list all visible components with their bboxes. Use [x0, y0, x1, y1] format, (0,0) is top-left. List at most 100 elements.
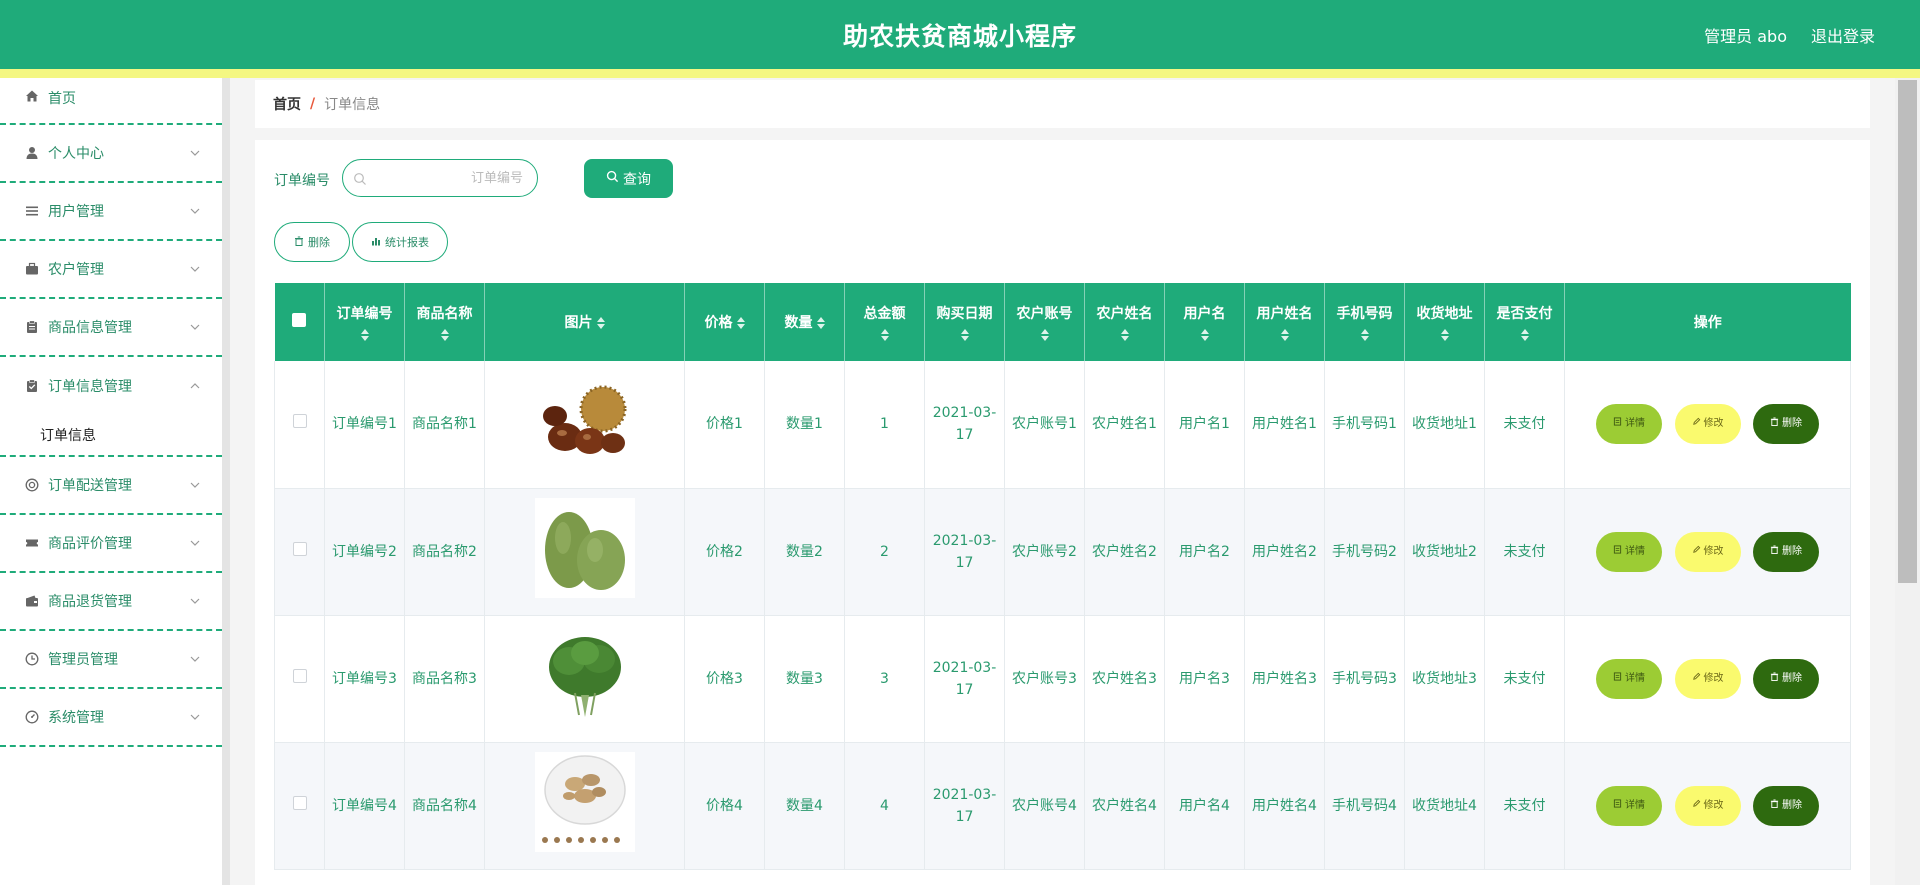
sort-icon[interactable] — [1040, 329, 1049, 341]
search-box[interactable] — [342, 159, 538, 197]
column-header-quantity[interactable]: 数量 — [764, 283, 845, 361]
delete-button[interactable]: 删除 — [1752, 531, 1819, 572]
cell-product-name: 商品名称2 — [404, 488, 485, 616]
row-checkbox[interactable] — [292, 414, 307, 429]
edit-button[interactable]: 修改 — [1674, 404, 1741, 445]
column-header-phone[interactable]: 手机号码 — [1324, 283, 1405, 361]
sort-icon[interactable] — [1280, 329, 1289, 341]
cell-farmer-account: 农户账号4 — [1004, 742, 1085, 870]
cell-order-no: 订单编号2 — [324, 488, 405, 616]
cell-farmer-account: 农户账号3 — [1004, 615, 1085, 743]
page-scrollbar-thumb[interactable] — [1898, 80, 1917, 583]
sidebar-item-product-info-management[interactable]: 商品信息管理 — [0, 299, 222, 357]
chevron-down-icon — [190, 148, 200, 158]
column-header-total[interactable]: 总金额 — [844, 283, 925, 361]
sort-icon[interactable] — [816, 317, 825, 329]
sidebar-item-label: 商品评价管理 — [48, 536, 132, 552]
sidebar-item-order-info-management[interactable]: 订单信息管理 — [0, 357, 222, 415]
breadcrumb-home[interactable]: 首页 — [273, 94, 301, 114]
column-header-address[interactable]: 收货地址 — [1404, 283, 1485, 361]
sort-icon[interactable] — [440, 329, 449, 341]
cell-order-no: 订单编号4 — [324, 742, 405, 870]
edit-button[interactable]: 修改 — [1674, 785, 1741, 826]
pencil-icon — [1692, 541, 1701, 563]
app-title: 助农扶贫商城小程序 — [842, 22, 1077, 51]
cell-quantity: 数量3 — [764, 615, 845, 743]
column-header-price[interactable]: 价格 — [684, 283, 765, 361]
cell-order-no: 订单编号1 — [324, 361, 405, 489]
cell-total: 2 — [844, 488, 925, 616]
trash-icon — [1770, 795, 1779, 817]
spinach-image — [534, 625, 635, 725]
sidebar-item-system-management[interactable]: 系统管理 — [0, 689, 222, 747]
sort-icon[interactable] — [1120, 329, 1129, 341]
edit-button[interactable]: 修改 — [1674, 531, 1741, 572]
header-user-area: 管理员 abo 退出登录 — [1704, 23, 1875, 47]
row-checkbox[interactable] — [292, 541, 307, 556]
sort-icon[interactable] — [596, 317, 605, 329]
delete-button[interactable]: 删除 — [1752, 785, 1819, 826]
detail-button[interactable]: 详情 — [1596, 531, 1663, 572]
delete-button[interactable]: 删除 — [1752, 658, 1819, 699]
order-number-search-input[interactable] — [373, 166, 523, 190]
select-all-header[interactable] — [274, 283, 325, 361]
sidebar-scrollbar[interactable] — [222, 78, 230, 885]
sidebar-item-home[interactable]: 首页 — [0, 78, 222, 125]
sidebar-item-admin-management[interactable]: 管理员管理 — [0, 631, 222, 689]
sidebar-item-label: 订单信息管理 — [48, 379, 132, 395]
column-header-user-fullname[interactable]: 用户姓名 — [1244, 283, 1325, 361]
column-header-purchase-date[interactable]: 购买日期 — [924, 283, 1005, 361]
cell-address: 收货地址2 — [1404, 488, 1485, 616]
row-checkbox[interactable] — [292, 668, 307, 683]
sort-icon[interactable] — [1520, 329, 1529, 341]
cell-user-fullname: 用户姓名3 — [1244, 615, 1325, 743]
sidebar-item-personal-center[interactable]: 个人中心 — [0, 125, 222, 183]
sidebar-item-product-return-management[interactable]: 商品退货管理 — [0, 573, 222, 631]
pencil-icon — [1692, 413, 1701, 435]
logout-link[interactable]: 退出登录 — [1811, 23, 1875, 47]
cell-farmer-account: 农户账号2 — [1004, 488, 1085, 616]
lifebuoy-icon — [24, 477, 40, 493]
search-label: 订单编号 — [274, 173, 330, 189]
cell-product-name: 商品名称3 — [404, 615, 485, 743]
cell-price: 价格4 — [684, 742, 765, 870]
column-header-farmer-name[interactable]: 农户姓名 — [1084, 283, 1165, 361]
ginger-image — [534, 752, 635, 852]
detail-button[interactable]: 详情 — [1596, 404, 1663, 445]
column-header-farmer-account[interactable]: 农户账号 — [1004, 283, 1085, 361]
query-button[interactable]: 查询 — [584, 159, 673, 198]
cell-phone: 手机号码2 — [1324, 488, 1405, 616]
sort-icon[interactable] — [360, 329, 369, 341]
gauge-icon — [24, 709, 40, 725]
column-header-paid[interactable]: 是否支付 — [1484, 283, 1565, 361]
sidebar-item-product-review-management[interactable]: 商品评价管理 — [0, 515, 222, 573]
sort-icon[interactable] — [960, 329, 969, 341]
sidebar-item-order-delivery-management[interactable]: 订单配送管理 — [0, 457, 222, 515]
cell-user-fullname: 用户姓名2 — [1244, 488, 1325, 616]
bar-chart-icon — [371, 236, 381, 249]
sort-icon[interactable] — [1200, 329, 1209, 341]
sort-icon[interactable] — [1360, 329, 1369, 341]
detail-button[interactable]: 详情 — [1596, 785, 1663, 826]
sort-icon[interactable] — [1440, 329, 1449, 341]
column-header-order-no[interactable]: 订单编号 — [324, 283, 405, 361]
table-row: 订单编号1 商品名称1 价格1 数量1 1 2021-03-17 农户账号1 农… — [274, 361, 1851, 489]
column-header-username[interactable]: 用户名 — [1164, 283, 1245, 361]
sort-icon[interactable] — [880, 329, 889, 341]
select-all-checkbox[interactable] — [292, 313, 307, 327]
cell-user-fullname: 用户姓名4 — [1244, 742, 1325, 870]
sort-icon[interactable] — [736, 317, 745, 329]
statistics-report-button[interactable]: 统计报表 — [352, 222, 448, 262]
sidebar-subitem-order-info[interactable]: 订单信息 — [0, 415, 222, 455]
batch-delete-label: 删除 — [308, 236, 330, 249]
row-checkbox[interactable] — [292, 795, 307, 810]
column-header-image[interactable]: 图片 — [484, 283, 685, 361]
batch-delete-button[interactable]: 删除 — [274, 222, 350, 262]
cell-total: 1 — [844, 361, 925, 489]
sidebar-item-user-management[interactable]: 用户管理 — [0, 183, 222, 241]
edit-button[interactable]: 修改 — [1674, 658, 1741, 699]
sidebar-item-farmer-management[interactable]: 农户管理 — [0, 241, 222, 299]
column-header-product-name[interactable]: 商品名称 — [404, 283, 485, 361]
detail-button[interactable]: 详情 — [1596, 658, 1663, 699]
delete-button[interactable]: 删除 — [1752, 404, 1819, 445]
